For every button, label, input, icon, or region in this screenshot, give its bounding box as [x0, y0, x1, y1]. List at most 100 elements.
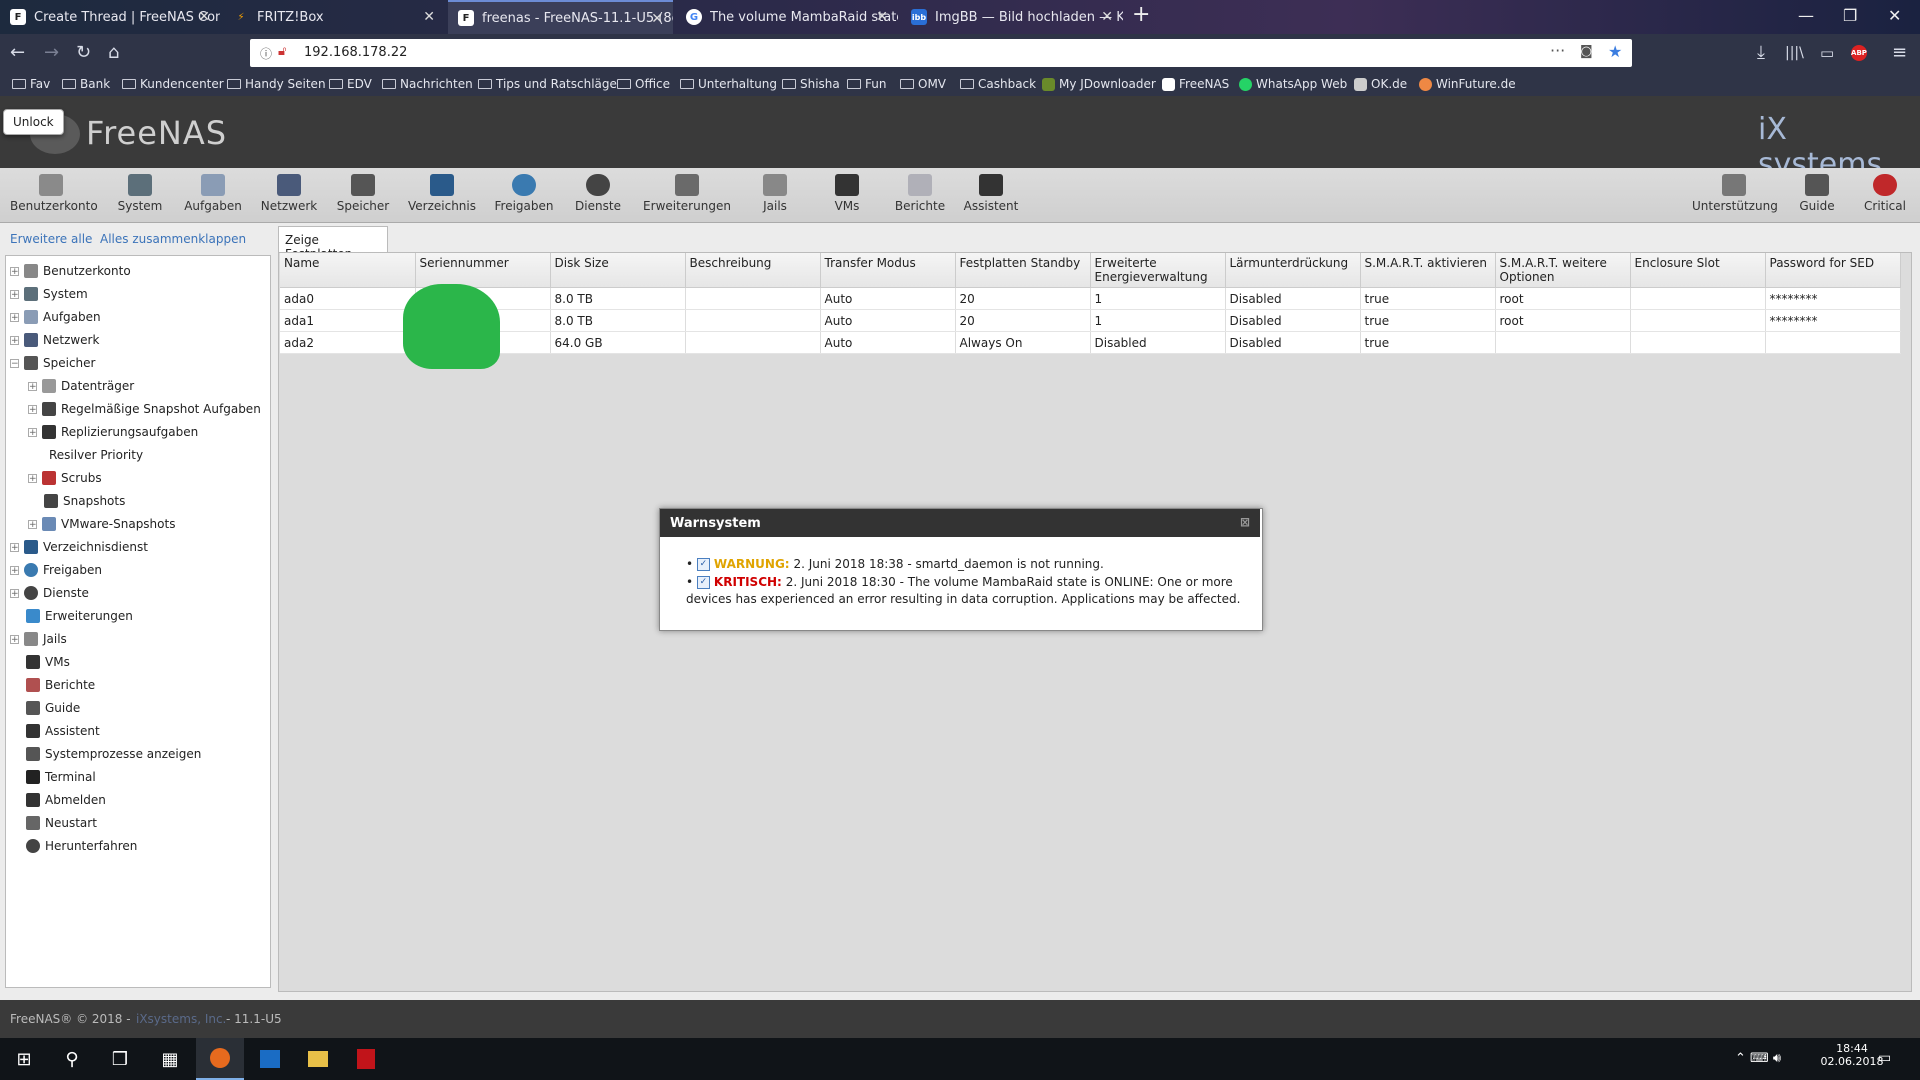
- library-icon[interactable]: |||\: [1785, 45, 1804, 61]
- toolbar-unterstuetzung[interactable]: Unterstützung: [1692, 174, 1778, 213]
- table-row[interactable]: ada0 8.0 TB Auto 20 1 Disabled true root *******…: [280, 287, 1901, 310]
- sidebar-item-systemprozesse[interactable]: Systemprozesse anzeigen: [26, 747, 201, 761]
- expand-plus-icon[interactable]: +: [28, 404, 37, 414]
- menu-hamburger-icon[interactable]: ≡: [1892, 42, 1907, 63]
- bookmark-folder[interactable]: Handy Seiten: [227, 77, 326, 91]
- task-view-icon[interactable]: ❒: [96, 1038, 144, 1080]
- file-explorer-icon[interactable]: [294, 1038, 342, 1080]
- toolbar-speicher[interactable]: Speicher: [332, 174, 394, 213]
- bookmark-folder[interactable]: Tips und Ratschläge: [478, 77, 617, 91]
- bookmark-folder[interactable]: EDV: [329, 77, 372, 91]
- pocket-icon[interactable]: ◙: [1580, 44, 1593, 59]
- sidebar-item-netzwerk[interactable]: + Netzwerk: [10, 333, 99, 347]
- sidebar-item-jails[interactable]: + Jails: [10, 632, 67, 646]
- expand-plus-icon[interactable]: +: [10, 312, 19, 322]
- sidebar-item-assistent[interactable]: Assistent: [26, 724, 100, 738]
- sidebar-item-freigaben[interactable]: + Freigaben: [10, 563, 102, 577]
- bookmark-folder[interactable]: Fav: [12, 77, 50, 91]
- column-header[interactable]: Disk Size: [550, 253, 686, 288]
- column-header[interactable]: Beschreibung: [685, 253, 821, 288]
- close-icon[interactable]: ✕: [198, 9, 210, 25]
- sidebar-item-herunterfahren[interactable]: Herunterfahren: [26, 839, 137, 853]
- browser-tab-fritzbox[interactable]: ⚡ FRITZ!Box ✕: [223, 0, 445, 34]
- sidebar-item-replizierung[interactable]: + Replizierungsaufgaben: [28, 425, 198, 439]
- collapse-minus-icon[interactable]: −: [10, 358, 19, 368]
- expand-plus-icon[interactable]: +: [10, 266, 19, 276]
- sidebar-toggle-icon[interactable]: ▭: [1820, 44, 1834, 62]
- table-row[interactable]: ada2 64.0 GB Auto Always On Disabled Disabled…: [280, 331, 1901, 354]
- expand-plus-icon[interactable]: +: [28, 519, 37, 529]
- sidebar-item-abmelden[interactable]: Abmelden: [26, 793, 106, 807]
- dismiss-checkbox[interactable]: ✓: [696, 558, 710, 571]
- toolbar-assistent[interactable]: Assistent: [962, 174, 1020, 213]
- firefox-icon[interactable]: [196, 1038, 244, 1080]
- toolbar-erweiterungen[interactable]: Erweiterungen: [642, 174, 732, 213]
- bookmark-folder[interactable]: Unterhaltung: [680, 77, 777, 91]
- sidebar-item-neustart[interactable]: Neustart: [26, 816, 97, 830]
- column-header[interactable]: Festplatten Standby: [955, 253, 1091, 288]
- column-header[interactable]: Erweiterte Energieverwaltung: [1090, 253, 1226, 288]
- close-icon[interactable]: ✕: [1101, 9, 1113, 25]
- reload-icon[interactable]: ↻: [76, 42, 91, 63]
- forward-arrow-icon[interactable]: →: [44, 42, 59, 63]
- bookmark-star-icon[interactable]: ★: [1608, 42, 1622, 61]
- tab-zeige-festplatten[interactable]: Zeige Festplatten: [278, 226, 388, 261]
- sidebar-item-guide[interactable]: Guide: [26, 701, 80, 715]
- search-icon[interactable]: ⚲: [48, 1038, 96, 1080]
- expand-plus-icon[interactable]: +: [10, 289, 19, 299]
- expand-plus-icon[interactable]: +: [10, 634, 19, 644]
- home-icon[interactable]: ⌂: [108, 42, 119, 63]
- bookmark-link[interactable]: WinFuture.de: [1419, 77, 1516, 91]
- sidebar-item-berichte[interactable]: Berichte: [26, 678, 95, 692]
- bookmark-link[interactable]: OK.de: [1354, 77, 1407, 91]
- bookmark-folder[interactable]: Shisha: [782, 77, 840, 91]
- notifications-icon[interactable]: ▭: [1878, 1050, 1891, 1066]
- expand-plus-icon[interactable]: +: [28, 381, 37, 391]
- toolbar-guide[interactable]: Guide: [1790, 174, 1844, 213]
- column-header[interactable]: Enclosure Slot: [1630, 253, 1766, 288]
- restore-icon[interactable]: ❐: [1843, 6, 1857, 25]
- column-header[interactable]: S.M.A.R.T. aktivieren: [1360, 253, 1496, 288]
- sidebar-item-vms[interactable]: VMs: [26, 655, 70, 669]
- back-arrow-icon[interactable]: ←: [10, 42, 25, 63]
- windows-start-icon[interactable]: ⊞: [0, 1038, 48, 1080]
- expand-plus-icon[interactable]: +: [28, 473, 37, 483]
- bookmark-folder[interactable]: Fun: [847, 77, 886, 91]
- sidebar-item-erweiterungen[interactable]: Erweiterungen: [26, 609, 133, 623]
- column-header[interactable]: Seriennummer: [415, 253, 551, 288]
- column-header[interactable]: Lärmunterdrückung: [1225, 253, 1361, 288]
- expand-plus-icon[interactable]: +: [10, 588, 19, 598]
- browser-tab-imgbb[interactable]: ibb ImgBB — Bild hochladen — K ✕: [901, 0, 1123, 34]
- dialog-close-icon[interactable]: ⊠: [1240, 515, 1250, 529]
- sidebar-item-aufgaben[interactable]: + Aufgaben: [10, 310, 101, 324]
- sidebar-item-verzeichnisdienst[interactable]: + Verzeichnisdienst: [10, 540, 148, 554]
- bookmark-link[interactable]: WhatsApp Web: [1239, 77, 1347, 91]
- unlock-tooltip[interactable]: Unlock: [3, 109, 64, 135]
- outlook-icon[interactable]: [246, 1038, 294, 1080]
- collapse-all-link[interactable]: Alles zusammenklappen: [100, 232, 246, 246]
- column-header[interactable]: Name: [280, 253, 416, 288]
- browser-tab-google[interactable]: G The volume MambaRaid state ✕: [676, 0, 898, 34]
- toolbar-berichte[interactable]: Berichte: [892, 174, 948, 213]
- toolbar-system[interactable]: System: [110, 174, 170, 213]
- adblock-icon[interactable]: ABP: [1851, 45, 1867, 61]
- url-text[interactable]: 192.168.178.22: [304, 45, 407, 60]
- sidebar-item-scrubs[interactable]: + Scrubs: [28, 471, 102, 485]
- page-actions-icon[interactable]: ···: [1550, 41, 1565, 60]
- toolbar-jails[interactable]: Jails: [750, 174, 800, 213]
- sidebar-item-resilver-priority[interactable]: Resilver Priority: [49, 448, 143, 462]
- toolbar-freigaben[interactable]: Freigaben: [492, 174, 556, 213]
- address-bar[interactable]: ⓘ 🔓︎ 192.168.178.22 ··· ◙ ★: [250, 39, 1632, 67]
- clock[interactable]: 18:44 02.06.2018: [1820, 1042, 1884, 1068]
- tray-icons[interactable]: ⌃ ⌨ 🔊︎: [1735, 1051, 1781, 1066]
- toolbar-vms[interactable]: VMs: [822, 174, 872, 213]
- sidebar-item-vmware-snapshots[interactable]: + VMware-Snapshots: [28, 517, 175, 531]
- toolbar-verzeichnis[interactable]: Verzeichnis: [406, 174, 478, 213]
- bookmark-folder[interactable]: Bank: [62, 77, 110, 91]
- bookmark-folder[interactable]: OMV: [900, 77, 946, 91]
- calculator-icon[interactable]: ▦: [146, 1038, 194, 1080]
- expand-plus-icon[interactable]: +: [10, 335, 19, 345]
- sidebar-item-datentraeger[interactable]: + Datenträger: [28, 379, 134, 393]
- toolbar-dienste[interactable]: Dienste: [570, 174, 626, 213]
- sidebar-item-terminal[interactable]: Terminal: [26, 770, 96, 784]
